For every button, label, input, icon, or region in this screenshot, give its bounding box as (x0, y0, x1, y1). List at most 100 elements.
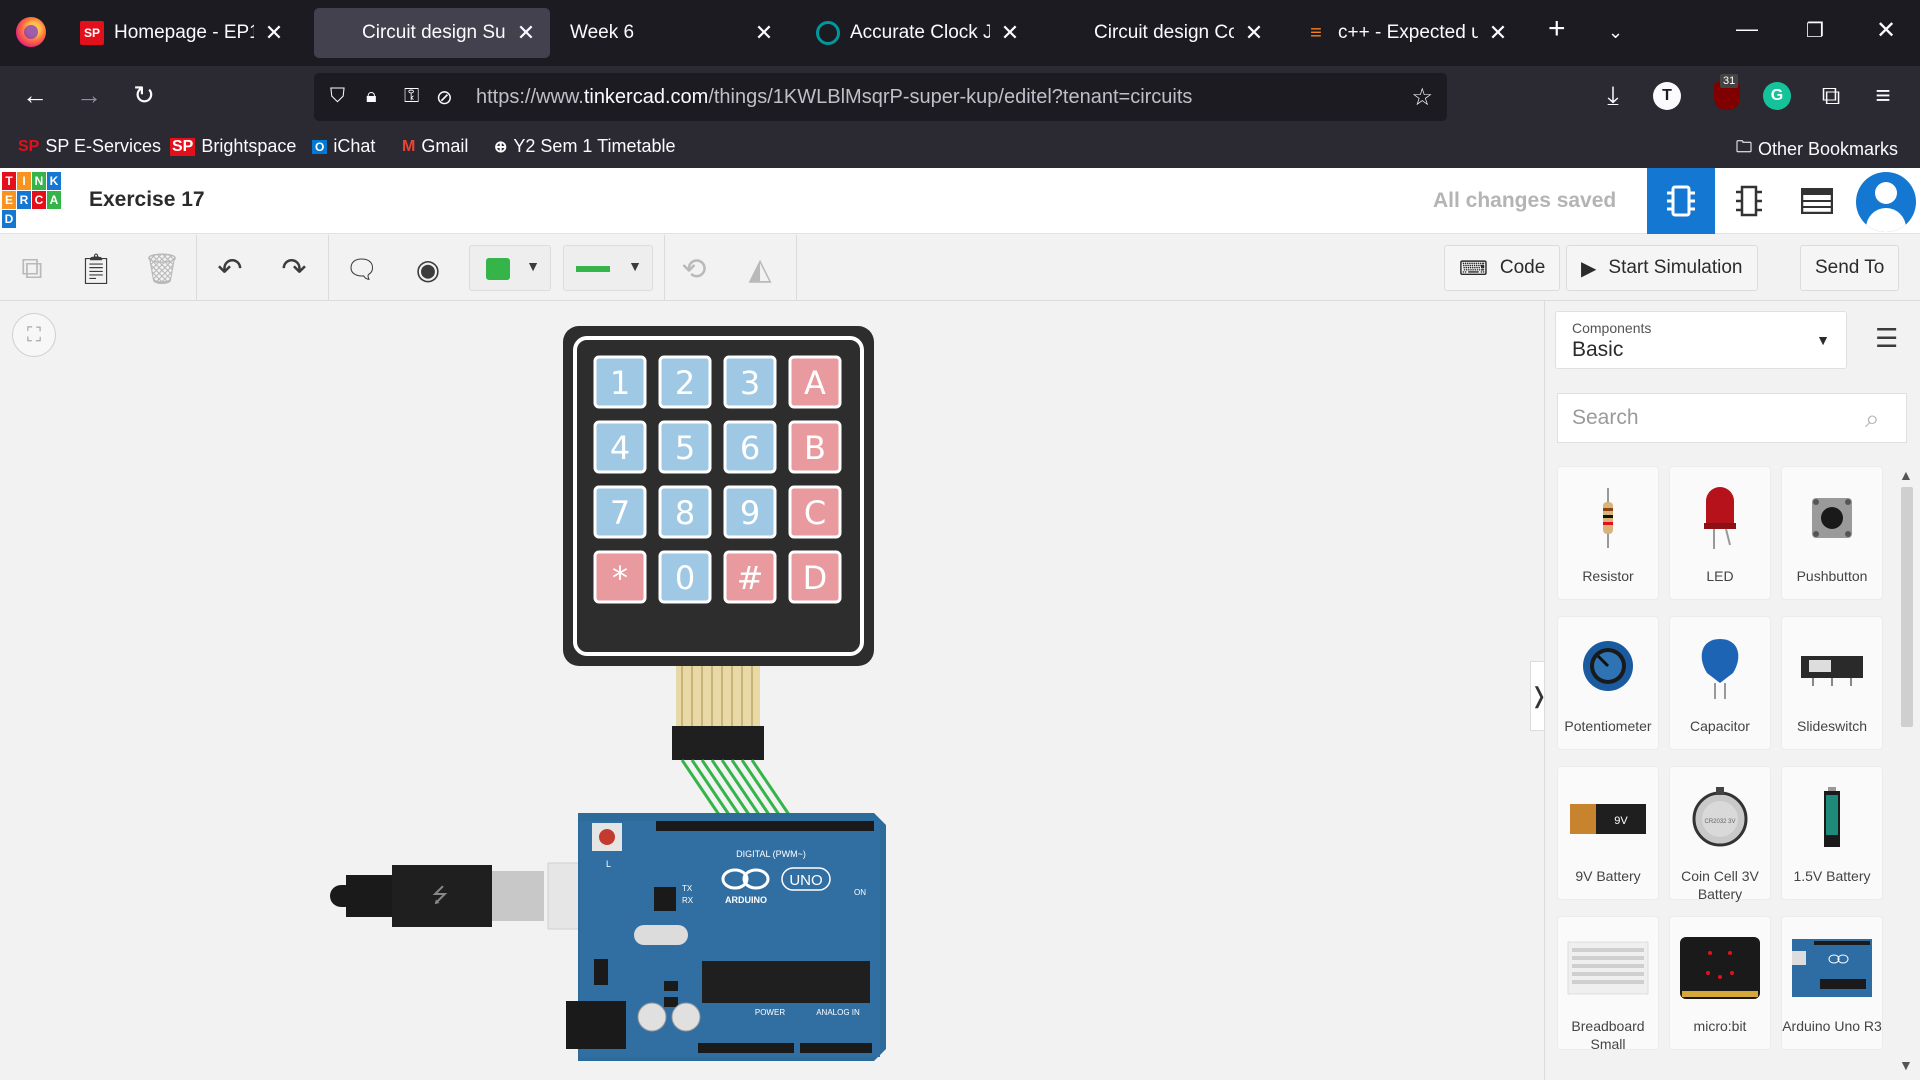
bookmark-timetable[interactable]: ⊕ Y2 Sem 1 Timetable (494, 136, 676, 157)
send-to-button[interactable]: Send To (1800, 245, 1900, 291)
component-card-resistor[interactable]: Resistor (1557, 466, 1659, 600)
bookmark-sp-eservices[interactable]: SP SP E-Services (18, 136, 161, 157)
panel-scrollbar[interactable]: ▲ ▼ (1897, 461, 1917, 1080)
notes-icon[interactable]: 🗨︎ (340, 247, 384, 291)
schematic-view-button[interactable] (1715, 168, 1783, 234)
close-tab-icon[interactable]: ✕ (264, 20, 284, 46)
keypad-key[interactable]: 0 (658, 550, 712, 604)
permissions-icon[interactable]: ⚿ (404, 85, 419, 108)
close-tab-icon[interactable]: ✕ (1488, 20, 1508, 46)
tab-week-6[interactable]: Week 6 ✕ (556, 8, 788, 58)
circuit-view-button[interactable] (1647, 168, 1715, 234)
keypad-key[interactable]: B (788, 420, 842, 474)
keypad-key[interactable]: A (788, 355, 842, 409)
account-avatar[interactable]: T (1650, 82, 1684, 110)
restore-icon[interactable]: ❐ (1806, 18, 1824, 43)
component-list-view-button[interactable] (1783, 168, 1851, 234)
component-card-9v-battery[interactable]: 9V 9V Battery (1557, 766, 1659, 900)
component-search-input[interactable] (1557, 393, 1907, 443)
address-bar[interactable]: ⛉ 🔒︎ ⚿ ⊘ https://www.tinkercad.com/thing… (314, 73, 1447, 121)
tab-stackoverflow[interactable]: ≡ c++ - Expected unq ✕ (1290, 8, 1522, 58)
bookmark-gmail[interactable]: M Gmail (402, 136, 468, 157)
copy-icon[interactable]: ⧉ (10, 247, 54, 291)
close-tab-icon[interactable]: ✕ (754, 20, 774, 46)
component-card-microbit[interactable]: micro:bit (1669, 916, 1771, 1050)
grammarly-extension-icon[interactable]: G (1760, 82, 1794, 110)
hamburger-menu-icon[interactable]: ≡ (1866, 80, 1900, 111)
user-avatar[interactable] (1856, 172, 1916, 232)
keypad-key[interactable]: # (723, 550, 777, 604)
close-tab-icon[interactable]: ✕ (1000, 20, 1020, 46)
back-icon[interactable]: ← (18, 80, 52, 111)
tracking-blocked-icon[interactable]: ⊘ (436, 85, 453, 110)
design-title[interactable]: Exercise 17 (89, 188, 205, 212)
close-tab-icon[interactable]: ✕ (1244, 20, 1264, 46)
component-card-1-5v-battery[interactable]: 1.5V Battery (1781, 766, 1883, 900)
component-card-potentiometer[interactable]: Potentiometer (1557, 616, 1659, 750)
tinkercad-logo[interactable]: T I N K E R C A D (2, 172, 61, 228)
component-card-slideswitch[interactable]: Slideswitch (1781, 616, 1883, 750)
list-view-icon[interactable]: ☰ (1875, 323, 1898, 354)
bookmark-brightspace[interactable]: SP Brightspace (170, 136, 296, 157)
rotate-icon[interactable]: ⟲ (672, 247, 716, 291)
scrollbar-thumb[interactable] (1901, 487, 1913, 727)
keypad-key[interactable]: 9 (723, 485, 777, 539)
tab-circuit-design-super[interactable]: Circuit design Super ✕ (314, 8, 550, 58)
keypad-key[interactable]: D (788, 550, 842, 604)
component-card-breadboard-small[interactable]: Breadboard Small (1557, 916, 1659, 1052)
keypad-key[interactable]: 6 (723, 420, 777, 474)
component-card-arduino-uno-r3[interactable]: Arduino Uno R3 (1781, 916, 1883, 1050)
keypad-key[interactable]: 2 (658, 355, 712, 409)
notes-visibility-icon[interactable]: ◉ (406, 247, 450, 291)
keypad-key[interactable]: 7 (593, 485, 647, 539)
code-button[interactable]: ⌨︎ Code (1444, 245, 1561, 291)
component-card-led[interactable]: LED (1669, 466, 1771, 600)
shield-icon[interactable]: ⛉ (330, 85, 345, 108)
scroll-up-icon[interactable]: ▲ (1899, 467, 1913, 483)
list-all-tabs-icon[interactable]: ⌄ (1608, 22, 1623, 43)
tab-circuit-design-copy[interactable]: Circuit design Copy ✕ (1046, 8, 1278, 58)
keypad-key[interactable]: 5 (658, 420, 712, 474)
color-swatch (486, 258, 510, 280)
keypad-key[interactable]: * (593, 550, 647, 604)
wire-type-picker[interactable]: ▼ (563, 245, 653, 291)
flip-icon[interactable]: ◭ (738, 247, 782, 291)
scroll-down-icon[interactable]: ▼ (1899, 1057, 1913, 1073)
arduino-uno-board[interactable]: DIGITAL (PWM~) L TX RX ON ARDUINO UNO PO… (566, 813, 886, 1061)
downloads-icon[interactable]: ⤓ (1596, 80, 1630, 112)
redo-icon[interactable]: ↷ (272, 247, 316, 291)
delete-icon[interactable]: 🗑︎ (140, 247, 184, 291)
new-tab-icon[interactable]: + (1548, 12, 1566, 46)
keypad-4x4[interactable]: 1 2 3 A 4 5 6 B 7 8 9 C * 0 # D (563, 326, 874, 760)
close-window-icon[interactable]: ✕ (1876, 16, 1896, 45)
keypad-key[interactable]: 3 (723, 355, 777, 409)
component-card-capacitor[interactable]: Capacitor (1669, 616, 1771, 750)
ublock-extension-icon[interactable]: 31 (1710, 74, 1744, 110)
circuit-canvas[interactable]: ⛶ 1 2 3 A 4 5 6 B 7 8 9 C * 0 # D ⭍ DIGI… (0, 301, 1548, 1080)
search-icon[interactable]: ⌕ (1865, 403, 1880, 435)
bookmark-star-icon[interactable]: ☆ (1411, 83, 1433, 112)
lock-icon[interactable]: 🔒︎ (366, 85, 377, 108)
component-card-coin-cell[interactable]: CR2032 3V Coin Cell 3V Battery (1669, 766, 1771, 902)
other-bookmarks[interactable]: 🗀︎ Other Bookmarks (1736, 136, 1898, 163)
reload-icon[interactable]: ↻ (127, 80, 161, 111)
extensions-puzzle-icon[interactable]: ⧉ (1814, 80, 1848, 112)
components-dropdown[interactable]: Components Basic ▼ (1555, 311, 1847, 369)
undo-icon[interactable]: ↶ (208, 247, 252, 291)
forward-icon[interactable]: → (72, 80, 106, 111)
bookmark-ichat[interactable]: O iChat (312, 136, 375, 157)
tab-homepage[interactable]: SP Homepage - EP100( ✕ (66, 8, 298, 58)
close-tab-icon[interactable]: ✕ (516, 20, 536, 46)
tab-accurate-clock[interactable]: Accurate Clock Just ✕ (802, 8, 1034, 58)
keypad-key[interactable]: C (788, 485, 842, 539)
paste-icon[interactable]: 📋︎ (74, 247, 118, 291)
minimize-icon[interactable]: — (1736, 16, 1758, 42)
component-card-pushbutton[interactable]: Pushbutton (1781, 466, 1883, 600)
start-simulation-button[interactable]: ▶ Start Simulation (1566, 245, 1758, 291)
keypad-key[interactable]: 1 (593, 355, 647, 409)
url-text[interactable]: https://www.tinkercad.com/things/1KWLBlM… (476, 86, 1192, 109)
keypad-key[interactable]: 4 (593, 420, 647, 474)
firefox-menu-icon[interactable] (16, 17, 46, 47)
keypad-key[interactable]: 8 (658, 485, 712, 539)
component-color-picker[interactable]: ▼ (469, 245, 551, 291)
